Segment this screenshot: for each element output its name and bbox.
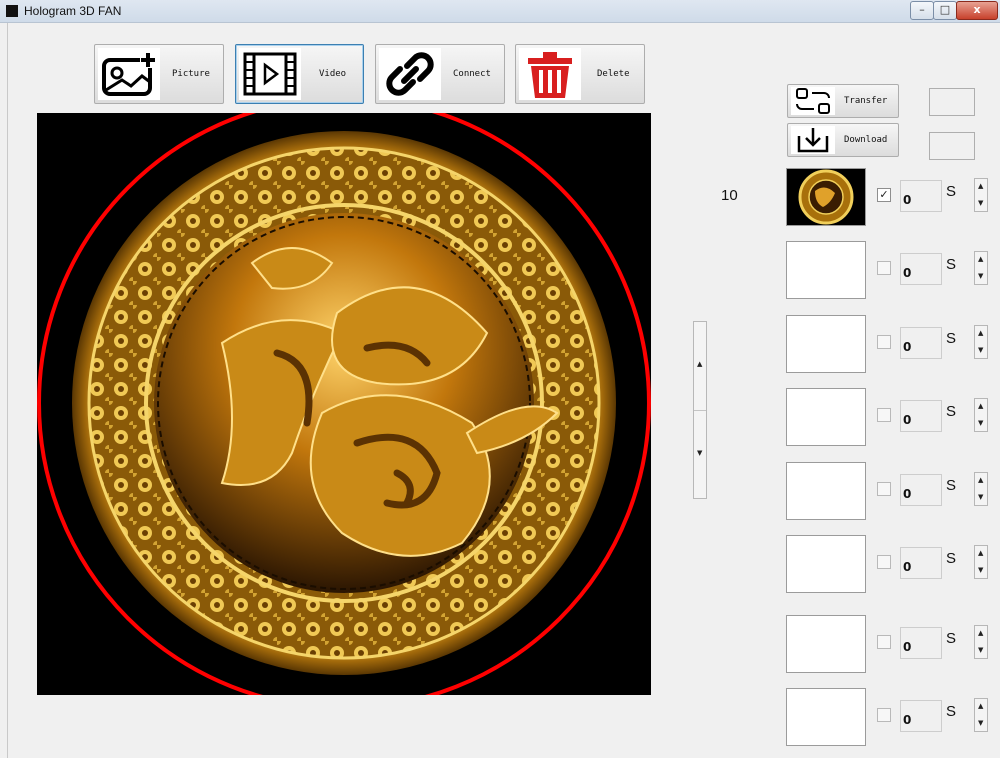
spinner-up-arrow[interactable]: ▲ (978, 549, 983, 557)
playlist-checkbox[interactable] (877, 555, 891, 569)
download-status-field (929, 132, 975, 160)
minimize-button[interactable]: – (910, 1, 934, 20)
playlist-item: 0 S ▲ ▼ (786, 462, 1000, 522)
video-button[interactable]: Video (235, 44, 364, 104)
connect-button-label: Connect (453, 69, 491, 79)
picture-button[interactable]: Picture (94, 44, 224, 104)
download-button[interactable]: Download (787, 123, 899, 157)
duration-input[interactable]: 0 (900, 180, 942, 212)
playlist-item: 0 S ▲ ▼ (786, 615, 1000, 675)
duration-unit: S (946, 477, 957, 494)
duration-spinner[interactable]: ▲ ▼ (974, 625, 988, 659)
spinner-up-arrow[interactable]: ▲ (978, 255, 983, 263)
playlist-checkbox[interactable]: ✓ (877, 188, 891, 202)
spinner-down-arrow[interactable]: ▼ (978, 199, 983, 207)
duration-unit: S (946, 256, 957, 273)
close-button[interactable]: x (956, 1, 998, 20)
maximize-button[interactable]: □ (933, 1, 957, 20)
duration-unit: S (946, 330, 957, 347)
playlist-item: 0 S ▲ ▼ (786, 688, 1000, 748)
playlist-thumbnail[interactable] (786, 615, 866, 673)
playlist-checkbox[interactable] (877, 482, 891, 496)
duration-spinner[interactable]: ▲ ▼ (974, 472, 988, 506)
playlist-item: 0 S ▲ ▼ (786, 535, 1000, 595)
duration-unit: S (946, 183, 957, 200)
transfer-icon (791, 87, 835, 115)
download-button-label: Download (844, 135, 888, 145)
spinner-up-arrow[interactable]: ▲ (978, 476, 983, 484)
download-icon (791, 126, 835, 154)
preview-scrollbar[interactable]: ▲ ▼ (693, 321, 707, 499)
duration-spinner[interactable]: ▲ ▼ (974, 251, 988, 285)
spinner-down-arrow[interactable]: ▼ (978, 493, 983, 501)
playlist-checkbox[interactable] (877, 261, 891, 275)
spinner-up-arrow[interactable]: ▲ (978, 702, 983, 710)
duration-input[interactable]: 0 (900, 327, 942, 359)
spinner-down-arrow[interactable]: ▼ (978, 566, 983, 574)
spinner-down-arrow[interactable]: ▼ (978, 346, 983, 354)
duration-spinner[interactable]: ▲ ▼ (974, 398, 988, 432)
picture-icon (98, 48, 160, 100)
duration-unit: S (946, 703, 957, 720)
playlist-thumbnail[interactable] (786, 688, 866, 746)
window-title: Hologram 3D FAN (24, 4, 122, 18)
file-count: 10 (721, 187, 738, 204)
duration-unit: S (946, 550, 957, 567)
duration-input[interactable]: 0 (900, 627, 942, 659)
spinner-up-arrow[interactable]: ▲ (978, 629, 983, 637)
duration-spinner[interactable]: ▲ ▼ (974, 178, 988, 212)
playlist-item: ✓ 0 S ▲ ▼ (786, 168, 1000, 228)
playlist-checkbox[interactable] (877, 635, 891, 649)
picture-button-label: Picture (172, 69, 210, 79)
spinner-up-arrow[interactable]: ▲ (978, 402, 983, 410)
spinner-up-arrow[interactable]: ▲ (978, 182, 983, 190)
hologram-preview (37, 113, 651, 695)
playlist-thumbnail[interactable] (786, 462, 866, 520)
delete-icon (519, 48, 581, 100)
duration-input[interactable]: 0 (900, 400, 942, 432)
playlist-item: 0 S ▲ ▼ (786, 241, 1000, 301)
duration-input[interactable]: 0 (900, 700, 942, 732)
spinner-up-arrow[interactable]: ▲ (978, 329, 983, 337)
duration-unit: S (946, 403, 957, 420)
spinner-down-arrow[interactable]: ▼ (978, 719, 983, 727)
duration-input[interactable]: 0 (900, 253, 942, 285)
duration-spinner[interactable]: ▲ ▼ (974, 545, 988, 579)
duration-spinner[interactable]: ▲ ▼ (974, 698, 988, 732)
playlist-item: 0 S ▲ ▼ (786, 388, 1000, 448)
scroll-up-arrow[interactable]: ▲ (694, 322, 706, 411)
delete-button[interactable]: Delete (515, 44, 645, 104)
transfer-status-field (929, 88, 975, 116)
duration-input[interactable]: 0 (900, 474, 942, 506)
playlist-thumbnail[interactable] (786, 241, 866, 299)
playlist-thumbnail[interactable] (786, 168, 866, 226)
video-button-label: Video (319, 69, 347, 79)
app-icon (6, 5, 18, 17)
connect-button[interactable]: Connect (375, 44, 505, 104)
spinner-down-arrow[interactable]: ▼ (978, 419, 983, 427)
spinner-down-arrow[interactable]: ▼ (978, 272, 983, 280)
playlist-checkbox[interactable] (877, 708, 891, 722)
video-icon (239, 48, 301, 100)
scroll-down-arrow[interactable]: ▼ (694, 411, 706, 499)
duration-spinner[interactable]: ▲ ▼ (974, 325, 988, 359)
playlist-thumbnail[interactable] (786, 535, 866, 593)
transfer-button[interactable]: Transfer (787, 84, 899, 118)
playlist-thumbnail[interactable] (786, 388, 866, 446)
connect-icon (379, 48, 441, 100)
title-bar: Hologram 3D FAN – □ x (0, 0, 1000, 23)
playlist-thumbnail[interactable] (786, 315, 866, 373)
playlist-checkbox[interactable] (877, 335, 891, 349)
duration-input[interactable]: 0 (900, 547, 942, 579)
playlist-checkbox[interactable] (877, 408, 891, 422)
duration-unit: S (946, 630, 957, 647)
playlist-item: 0 S ▲ ▼ (786, 315, 1000, 375)
spinner-down-arrow[interactable]: ▼ (978, 646, 983, 654)
delete-button-label: Delete (597, 69, 630, 79)
transfer-button-label: Transfer (844, 96, 888, 106)
